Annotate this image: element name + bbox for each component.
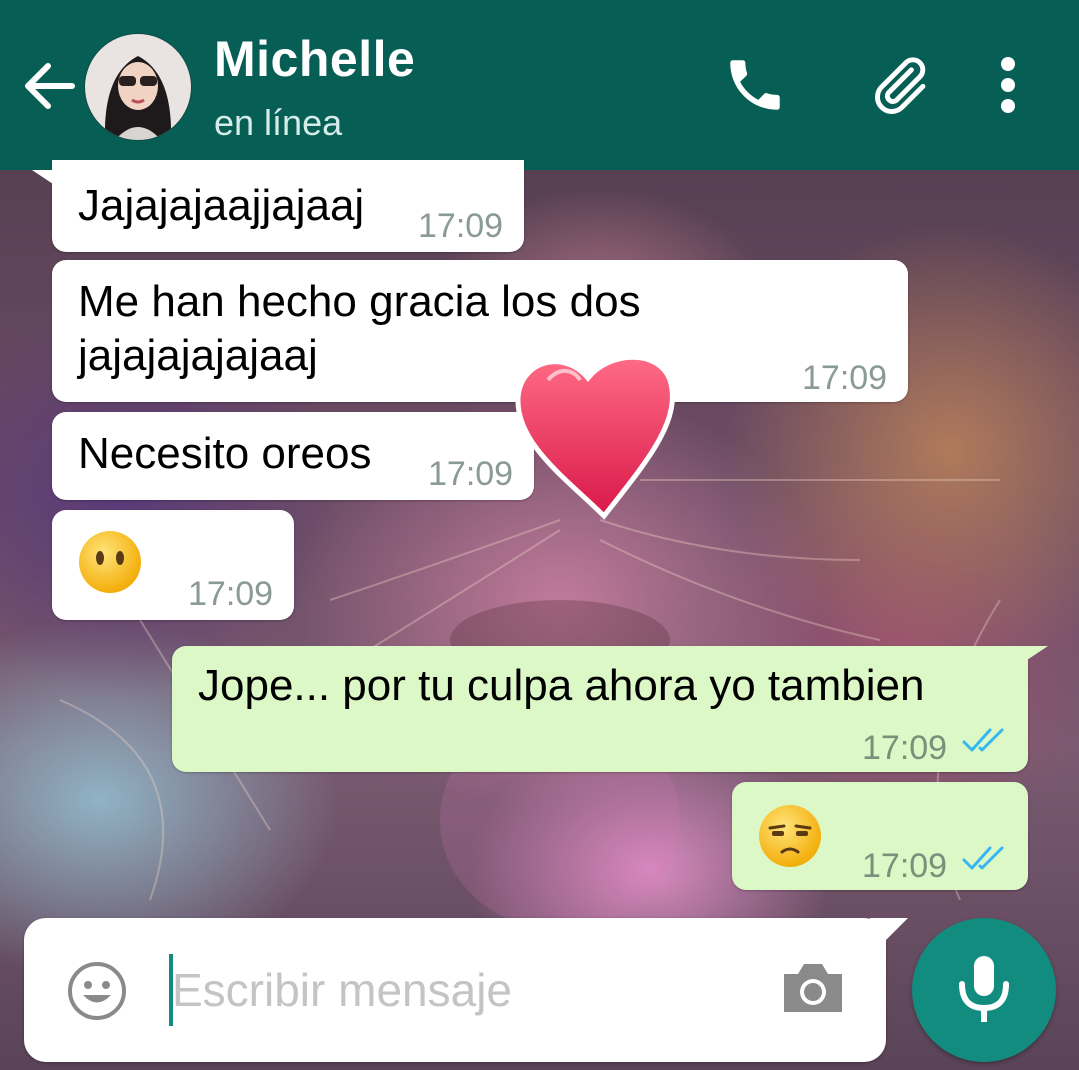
message-text: Jope... por tu culpa ahora yo tambien (198, 661, 925, 710)
message-incoming[interactable]: 17:09 (52, 510, 294, 620)
composer-tail (870, 918, 908, 956)
message-time: 17:09 (862, 847, 948, 885)
back-button[interactable] (22, 60, 76, 112)
contact-name[interactable]: Michelle (214, 30, 415, 88)
emoji-button[interactable] (66, 960, 128, 1022)
bubble-tail (1018, 646, 1048, 666)
message-outgoing[interactable]: Jope... por tu culpa ahora yo tambien 17… (172, 646, 1028, 772)
voice-message-button[interactable] (912, 918, 1056, 1062)
message-time: 17:09 (862, 729, 948, 767)
message-outgoing[interactable]: 17:09 (732, 782, 1028, 890)
message-text: Necesito oreos (78, 429, 372, 478)
more-vert-icon (1001, 57, 1015, 113)
back-arrow-icon (25, 63, 75, 109)
read-receipt-icon (962, 846, 1004, 870)
camera-icon (784, 964, 842, 1012)
message-composer (24, 918, 886, 1062)
bubble-tail (32, 170, 62, 190)
avatar-photo (85, 34, 191, 140)
message-time: 17:09 (802, 359, 888, 397)
smiley-icon (68, 962, 126, 1020)
unamused-face-emoji (759, 805, 821, 867)
message-time: 17:09 (418, 207, 504, 245)
message-incoming[interactable]: Jajajajaajjajaaj 17:09 (52, 160, 524, 252)
message-text: Jajajajaajjajaaj (78, 181, 365, 230)
message-text-line-1: Me han hecho gracia los dos (78, 277, 641, 326)
message-incoming[interactable]: Me han hecho gracia los dos jajajajajaja… (52, 260, 908, 402)
voice-call-button[interactable] (722, 52, 788, 118)
chat-header: Michelle en línea (0, 0, 1079, 170)
contact-status: en línea (214, 102, 343, 143)
microphone-icon (959, 956, 1009, 1022)
more-options-button[interactable] (976, 52, 1040, 118)
neutral-face-emoji (79, 531, 141, 593)
message-time: 17:09 (188, 575, 274, 613)
attach-button[interactable] (866, 52, 932, 118)
camera-button[interactable] (780, 960, 846, 1016)
message-input[interactable] (172, 952, 752, 1028)
red-heart-sticker (515, 354, 675, 520)
message-incoming[interactable]: Necesito oreos 17:09 (52, 412, 534, 500)
message-text-line-2: jajajajajajaaj (78, 331, 318, 380)
contact-avatar[interactable] (84, 33, 192, 141)
read-receipt-icon (962, 728, 1004, 752)
paperclip-icon (875, 57, 926, 114)
phone-icon (730, 60, 780, 110)
message-time: 17:09 (428, 455, 514, 493)
